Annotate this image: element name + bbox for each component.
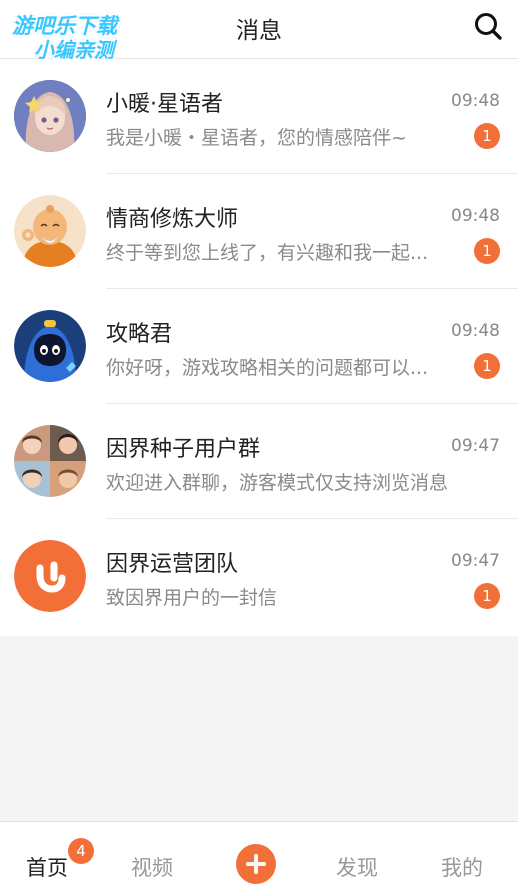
conversation-row[interactable]: 攻略君 09:48 你好呀，游戏攻略相关的问题都可以... 1 xyxy=(0,289,518,404)
team-logo-avatar xyxy=(14,540,86,612)
conversation-time: 09:48 xyxy=(451,91,500,111)
conversation-time: 09:48 xyxy=(451,206,500,226)
conversation-row[interactable]: 小暖·星语者 09:48 我是小暖・星语者，您的情感陪伴~ 1 xyxy=(0,59,518,174)
conversation-name: 小暖·星语者 xyxy=(106,92,223,117)
conversation-name: 因界运营团队 xyxy=(106,552,239,577)
conversation-time: 09:48 xyxy=(451,321,500,341)
conversation-preview: 你好呀，游戏攻略相关的问题都可以... xyxy=(106,357,429,379)
unread-badge: 1 xyxy=(474,583,500,609)
unread-badge: 1 xyxy=(474,353,500,379)
bottom-nav: 首页 4 视频 发现 我的 xyxy=(0,821,518,895)
conversation-time: 09:47 xyxy=(451,551,500,571)
conversation-preview: 致因界用户的一封信 xyxy=(106,587,278,609)
conversation-preview: 终于等到您上线了，有兴趣和我一起... xyxy=(106,242,429,264)
conversation-preview: 我是小暖・星语者，您的情感陪伴~ xyxy=(106,127,407,149)
conversation-list: 小暖·星语者 09:48 我是小暖・星语者，您的情感陪伴~ 1 情商修炼大师 0… xyxy=(0,59,518,636)
group-avatar xyxy=(14,425,86,497)
unread-badge: 1 xyxy=(474,238,500,264)
conversation-name: 情商修炼大师 xyxy=(106,207,239,232)
nav-video[interactable]: 视频 xyxy=(131,852,173,882)
nav-me[interactable]: 我的 xyxy=(441,852,483,882)
conversation-name: 因界种子用户群 xyxy=(106,437,261,462)
conversation-time: 09:47 xyxy=(451,436,500,456)
nav-home[interactable]: 首页 xyxy=(26,852,68,882)
unread-badge: 1 xyxy=(474,123,500,149)
conversation-name: 攻略君 xyxy=(106,322,173,347)
conversation-row[interactable]: 因界种子用户群 09:47 欢迎进入群聊，游客模式仅支持浏览消息 xyxy=(0,404,518,519)
plus-icon[interactable] xyxy=(236,844,276,884)
conversation-preview: 欢迎进入群聊，游客模式仅支持浏览消息 xyxy=(106,472,449,494)
header: 游吧乐下载 小编亲测 消息 xyxy=(0,0,518,62)
monk-avatar xyxy=(14,195,86,267)
conversation-row[interactable]: 情商修炼大师 09:48 终于等到您上线了，有兴趣和我一起... 1 xyxy=(0,174,518,289)
search-button[interactable] xyxy=(472,10,504,42)
anime-girl-avatar xyxy=(14,80,86,152)
conversation-row[interactable]: 因界运营团队 09:47 致因界用户的一封信 1 xyxy=(0,519,518,634)
nav-home-badge: 4 xyxy=(68,838,94,864)
page-title: 消息 xyxy=(236,18,282,44)
search-icon xyxy=(475,13,502,40)
hooded-gamer-avatar xyxy=(14,310,86,382)
nav-discover[interactable]: 发现 xyxy=(336,852,378,882)
